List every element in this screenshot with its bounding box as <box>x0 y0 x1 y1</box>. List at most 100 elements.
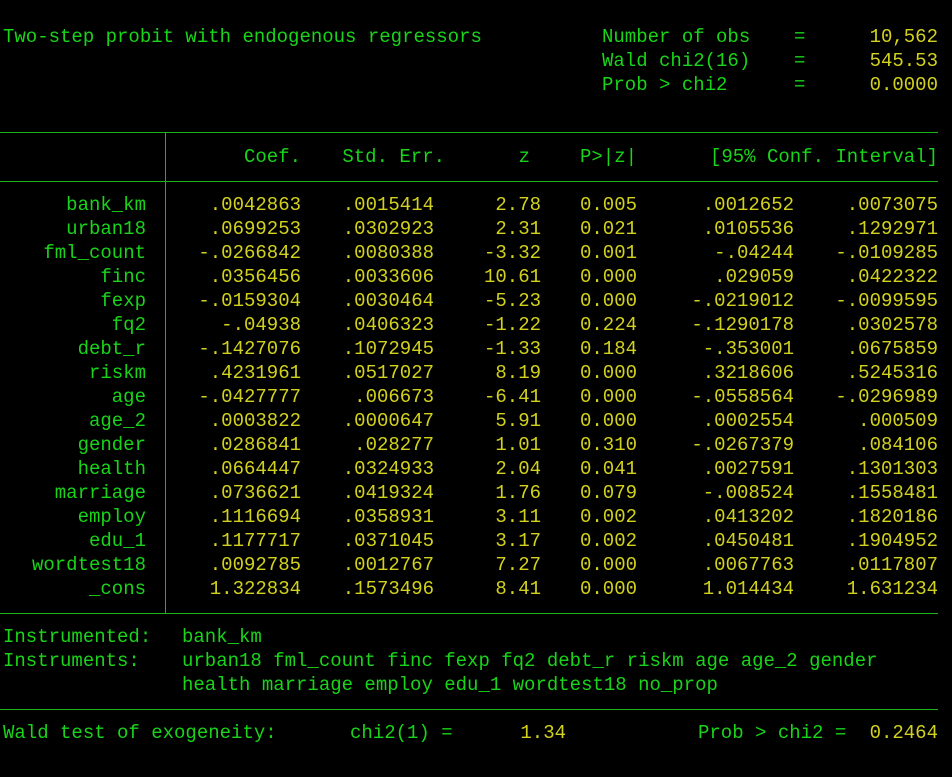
row-conf-high: .084106 <box>858 434 938 456</box>
row-conf-high: .5245316 <box>846 362 938 384</box>
row-conf-high: .0422322 <box>846 266 938 288</box>
row-conf-low: -.0267379 <box>691 434 794 456</box>
row-coef: .0092785 <box>209 554 301 576</box>
row-stderr: .0517027 <box>342 362 434 384</box>
row-stderr: .0000647 <box>342 410 434 432</box>
row-conf-high: .1301303 <box>846 458 938 480</box>
row-z: 7.27 <box>495 554 541 576</box>
instrumented-value: bank_km <box>182 626 262 648</box>
table-column-divider <box>165 133 166 613</box>
row-coef: -.0159304 <box>198 290 301 312</box>
row-z: 5.91 <box>495 410 541 432</box>
row-pvalue: 0.000 <box>579 266 637 288</box>
row-variable: bank_km <box>66 194 146 216</box>
row-conf-low: .0002554 <box>702 410 794 432</box>
row-z: 3.17 <box>495 530 541 552</box>
row-variable: age_2 <box>88 410 146 432</box>
row-stderr: .0371045 <box>342 530 434 552</box>
row-stderr: .028277 <box>354 434 434 456</box>
row-stderr: .006673 <box>354 386 434 408</box>
row-z: 2.04 <box>495 458 541 480</box>
instruments-line-1: urban18 fml_count finc fexp fq2 debt_r r… <box>182 650 878 672</box>
row-coef: -.0427777 <box>198 386 301 408</box>
row-coef: -.1427076 <box>198 338 301 360</box>
row-conf-high: 1.631234 <box>846 578 938 600</box>
row-pvalue: 0.021 <box>579 218 637 240</box>
row-conf-high: .1558481 <box>846 482 938 504</box>
row-conf-low: -.04244 <box>714 242 794 264</box>
row-variable: edu_1 <box>88 530 146 552</box>
summary-label-prob: Prob > chi2 <box>602 74 728 96</box>
row-stderr: .1573496 <box>342 578 434 600</box>
row-pvalue: 0.000 <box>579 578 637 600</box>
footer-rule <box>0 709 938 710</box>
row-z: 2.31 <box>495 218 541 240</box>
row-pvalue: 0.000 <box>579 410 637 432</box>
model-title: Two-step probit with endogenous regresso… <box>3 26 482 48</box>
row-coef: .0664447 <box>209 458 301 480</box>
row-pvalue: 0.002 <box>579 506 637 528</box>
row-z: -1.22 <box>483 314 541 336</box>
row-z: 10.61 <box>483 266 541 288</box>
row-coef: .4231961 <box>209 362 301 384</box>
row-conf-high: .0675859 <box>846 338 938 360</box>
row-z: 8.41 <box>495 578 541 600</box>
row-conf-high: .0117807 <box>846 554 938 576</box>
row-pvalue: 0.310 <box>579 434 637 456</box>
row-pvalue: 0.000 <box>579 386 637 408</box>
row-z: 2.78 <box>495 194 541 216</box>
row-coef: .0003822 <box>209 410 301 432</box>
row-coef: .0042863 <box>209 194 301 216</box>
row-pvalue: 0.001 <box>579 242 637 264</box>
row-variable: _cons <box>88 578 146 600</box>
row-conf-low: -.0219012 <box>691 290 794 312</box>
table-top-rule <box>0 132 938 133</box>
row-variable: riskm <box>88 362 146 384</box>
summary-label-nobs: Number of obs <box>602 26 751 48</box>
row-variable: debt_r <box>77 338 146 360</box>
row-z: -6.41 <box>483 386 541 408</box>
row-conf-low: -.353001 <box>702 338 794 360</box>
row-z: 1.76 <box>495 482 541 504</box>
row-stderr: .0406323 <box>342 314 434 336</box>
row-conf-low: .3218606 <box>702 362 794 384</box>
row-conf-high: -.0099595 <box>835 290 938 312</box>
row-coef: -.0266842 <box>198 242 301 264</box>
row-pvalue: 0.000 <box>579 362 637 384</box>
row-pvalue: 0.079 <box>579 482 637 504</box>
exogeneity-prob-label: Prob > chi2 = <box>698 722 847 744</box>
row-conf-low: .0027591 <box>702 458 794 480</box>
row-stderr: .0419324 <box>342 482 434 504</box>
exogeneity-label: Wald test of exogeneity: <box>3 722 277 744</box>
summary-value-nobs: 10,562 <box>869 26 938 48</box>
row-variable: marriage <box>54 482 146 504</box>
row-pvalue: 0.000 <box>579 290 637 312</box>
header-pvalue: P>|z| <box>579 146 637 168</box>
row-pvalue: 0.224 <box>579 314 637 336</box>
row-variable: gender <box>77 434 146 456</box>
row-z: -5.23 <box>483 290 541 312</box>
row-conf-high: -.0296989 <box>835 386 938 408</box>
row-pvalue: 0.000 <box>579 554 637 576</box>
row-coef: .0356456 <box>209 266 301 288</box>
header-coef: Coef. <box>243 146 301 168</box>
summary-value-prob: 0.0000 <box>869 74 938 96</box>
row-conf-high: .000509 <box>858 410 938 432</box>
exogeneity-stat-label: chi2(1) = <box>350 722 453 744</box>
row-coef: 1.322834 <box>209 578 301 600</box>
row-variable: finc <box>100 266 146 288</box>
row-variable: wordtest18 <box>31 554 146 576</box>
row-conf-low: -.0558564 <box>691 386 794 408</box>
summary-eq-wald: = <box>794 50 806 72</box>
row-z: 8.19 <box>495 362 541 384</box>
row-variable: urban18 <box>66 218 146 240</box>
instruments-label: Instruments: <box>3 650 140 672</box>
row-conf-low: .0450481 <box>702 530 794 552</box>
row-conf-low: .0012652 <box>702 194 794 216</box>
row-z: -1.33 <box>483 338 541 360</box>
row-variable: fml_count <box>43 242 146 264</box>
row-variable: employ <box>77 506 146 528</box>
row-conf-low: .0413202 <box>702 506 794 528</box>
row-coef: .0736621 <box>209 482 301 504</box>
header-conf-interval: [95% Conf. Interval] <box>709 146 938 168</box>
